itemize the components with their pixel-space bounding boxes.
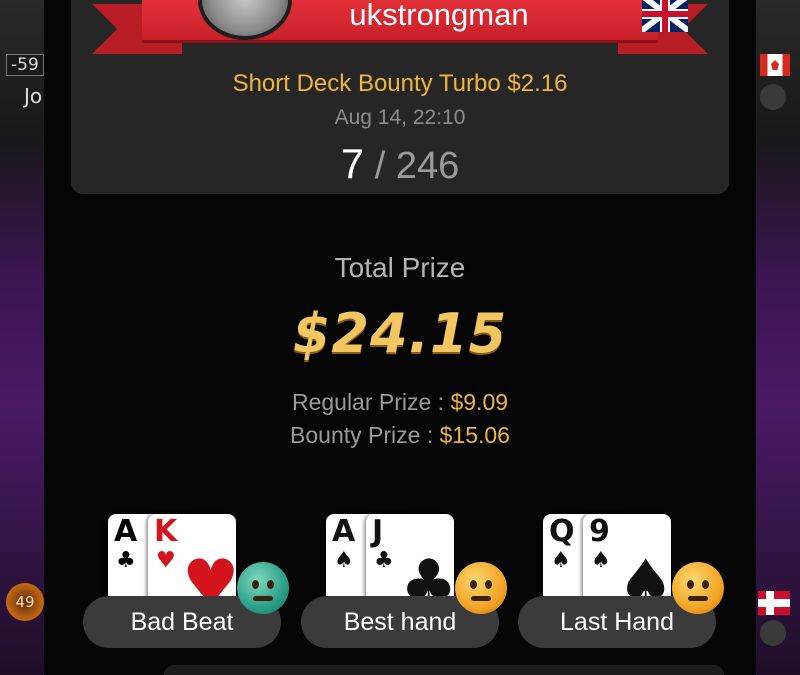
position-separator: /: [374, 145, 386, 187]
worried-face-icon: [672, 562, 724, 614]
playing-card: 9 ♠ ♠: [583, 514, 671, 606]
thinking-face-icon: [455, 562, 507, 614]
canada-flag-icon: [760, 54, 790, 76]
card-rank: Q: [549, 514, 575, 549]
card-suit: ♠: [334, 548, 354, 573]
total-players: 246: [395, 145, 460, 187]
tournament-name: Short Deck Bounty Turbo $2.16: [232, 70, 568, 97]
crying-face-icon: [237, 562, 289, 614]
card-rank: A: [332, 514, 356, 549]
card-suit: ♠: [591, 548, 611, 573]
bounty-prize-line: Bounty Prize : $15.06: [44, 422, 756, 449]
bounty-prize-value: $15.06: [439, 422, 510, 448]
card-suit: ♣: [116, 548, 136, 573]
total-prize-amount: $24.15: [292, 302, 508, 365]
finish-position: 7 / 246: [44, 140, 756, 188]
card-suit: ♠: [551, 548, 571, 573]
card-suit: ♥: [156, 548, 176, 573]
regular-prize-value: $9.09: [450, 389, 509, 415]
tournament-result-modal: ukstrongman Short Deck Bounty Turbo $2.1…: [44, 0, 756, 675]
regular-prize-line: Regular Prize : $9.09: [44, 389, 756, 416]
mic-icon: [760, 84, 786, 110]
mic-icon: [760, 620, 786, 646]
hand-bad-beat[interactable]: A ♣ K ♥ ♥ Bad Beat: [81, 514, 291, 648]
tournament-date: Aug 14, 22:10: [334, 106, 466, 129]
hand-last-hand[interactable]: Q ♠ 9 ♠ ♠ Last Hand: [516, 514, 726, 648]
card-rank: J: [372, 514, 384, 549]
card-suit: ♣: [374, 548, 394, 573]
total-prize-label: Total Prize: [334, 252, 466, 283]
norway-flag-icon: [758, 591, 790, 615]
playing-card: J ♣ ♣: [366, 514, 454, 606]
seat-player-name: Jo: [24, 84, 43, 108]
playing-card: K ♥ ♥: [148, 514, 236, 606]
regular-prize-label: Regular Prize :: [291, 389, 445, 415]
player-username: ukstrongman: [349, 0, 529, 32]
bounty-prize-label: Bounty Prize :: [290, 422, 434, 448]
seat-stack-label: -59: [6, 54, 44, 76]
hand-best-hand[interactable]: A ♠ J ♣ ♣ Best hand: [299, 514, 509, 648]
card-rank: K: [154, 514, 178, 549]
position-value: 7: [340, 140, 365, 187]
uk-flag-icon: [642, 0, 688, 32]
bottom-panel-edge: [164, 665, 724, 675]
card-rank: A: [114, 514, 138, 549]
seat-chip-badge: 49: [6, 583, 44, 621]
card-rank: 9: [589, 514, 610, 549]
